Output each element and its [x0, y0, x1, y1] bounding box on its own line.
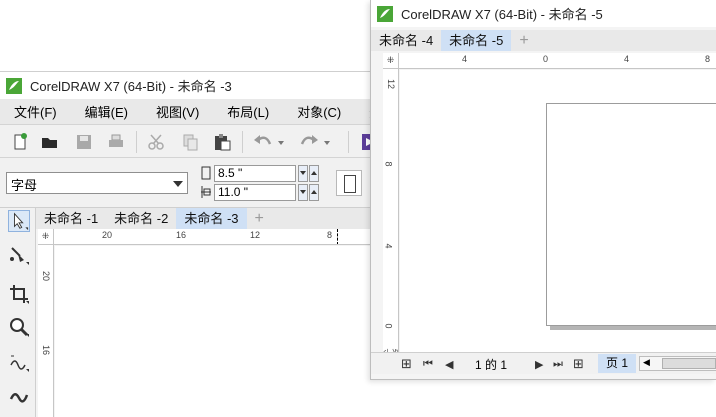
coreldraw-logo-icon — [377, 5, 393, 22]
drawing-canvas[interactable] — [400, 70, 716, 355]
ruler-label: 20 — [41, 270, 52, 282]
width-spin-down[interactable] — [298, 165, 308, 182]
coreldraw-window-front: CorelDRAW X7 (64-Bit) - 未命名 -5 未命名 -4 未命… — [370, 0, 716, 380]
menu-layout[interactable]: 布局(L) — [213, 102, 283, 121]
portrait-orientation-button[interactable] — [336, 170, 362, 196]
coreldraw-window-back: CorelDRAW X7 (64-Bit) - 未命名 -3 文件(F) 编辑(… — [0, 71, 380, 417]
paper-size-select[interactable]: 字母 — [6, 172, 188, 194]
coreldraw-logo-icon — [6, 77, 22, 94]
width-spin-up[interactable] — [309, 165, 319, 182]
standard-toolbar — [0, 125, 380, 158]
previous-page-icon[interactable]: ◀ — [445, 358, 453, 371]
ruler-label: 20 — [102, 230, 113, 240]
tab-untitled-5[interactable]: 未命名 -5 — [441, 30, 512, 51]
menu-object[interactable]: 对象(C) — [283, 102, 355, 121]
redo-icon[interactable] — [300, 132, 334, 152]
page-tab-1[interactable]: 页 1 — [598, 354, 636, 373]
horizontal-scrollbar[interactable]: ◀ — [639, 356, 716, 371]
tab-untitled-2[interactable]: 未命名 -2 — [106, 208, 176, 229]
new-tab-plus-icon[interactable]: + — [247, 208, 272, 229]
undo-icon[interactable] — [252, 132, 286, 152]
height-spin-up[interactable] — [309, 184, 319, 201]
open-icon[interactable] — [40, 132, 60, 152]
chevron-down-icon — [173, 181, 183, 187]
page-width-input[interactable]: 8.5 " — [214, 165, 296, 182]
page-height-input[interactable]: 11.0 " — [214, 184, 296, 201]
new-tab-plus-icon[interactable]: + — [511, 30, 536, 51]
ruler-origin-icon[interactable]: ⁜ — [383, 53, 399, 69]
menu-bar: 文件(F) 编辑(E) 视图(V) 布局(L) 对象(C) 效果( — [0, 99, 380, 125]
first-page-icon[interactable]: ⏮ — [423, 358, 433, 371]
tab-untitled-3[interactable]: 未命名 -3 — [176, 208, 247, 229]
window-title: CorelDRAW X7 (64-Bit) - 未命名 -5 — [401, 7, 603, 22]
page-count: 1 的 1 — [475, 358, 508, 372]
title-bar: CorelDRAW X7 (64-Bit) - 未命名 -5 — [371, 0, 716, 27]
paste-icon[interactable] — [212, 132, 232, 152]
freehand-tool-icon[interactable] — [8, 351, 30, 373]
width-icon — [201, 166, 211, 180]
menu-file[interactable]: 文件(F) — [0, 102, 71, 121]
zoom-tool-icon[interactable] — [8, 316, 30, 338]
drawing-canvas[interactable] — [55, 246, 380, 417]
add-page-before-icon[interactable]: ⊞ — [401, 356, 412, 372]
page-height-control: 11.0 " — [200, 184, 320, 201]
document-page[interactable] — [546, 103, 716, 326]
paper-size-value: 字母 — [11, 178, 38, 193]
page-navigator: ⊞ ⏮ ◀ 1 的 1 ▶ ⏭ ⊞ 页 1 ◀ — [371, 352, 716, 374]
property-bar: 字母 8.5 " 11.0 " — [0, 158, 380, 208]
ruler-label: 4 — [462, 54, 468, 64]
shape-tool-icon[interactable] — [8, 244, 30, 266]
add-page-after-icon[interactable]: ⊞ — [573, 356, 584, 372]
ruler-label: 12 — [250, 230, 261, 240]
tab-untitled-1[interactable]: 未命名 -1 — [36, 208, 106, 229]
artistic-media-icon[interactable] — [8, 386, 30, 408]
horizontal-ruler[interactable]: 4 0 4 8 — [399, 53, 716, 69]
document-tabs: 未命名 -1 未命名 -2 未命名 -3 + — [36, 208, 380, 229]
toolbar-separator — [348, 131, 349, 153]
document-tabs: 未命名 -4 未命名 -5 + — [371, 30, 716, 51]
ruler-label: 0 — [383, 323, 394, 329]
vertical-ruler[interactable]: 20 16 — [38, 245, 54, 417]
tab-untitled-4[interactable]: 未命名 -4 — [371, 30, 441, 51]
new-document-icon[interactable] — [10, 132, 30, 152]
cut-icon[interactable] — [146, 132, 166, 152]
ruler-label: 12 — [386, 78, 397, 90]
next-page-icon[interactable]: ▶ — [535, 358, 543, 371]
ruler-label: 8 — [327, 230, 333, 240]
ruler-origin-icon[interactable]: ⁜ — [38, 229, 54, 245]
horizontal-ruler[interactable]: 20 16 12 8 — [54, 229, 380, 245]
vertical-ruler[interactable]: 12 8 4 0 英寸 — [383, 69, 399, 355]
pick-tool-icon[interactable] — [8, 210, 30, 232]
menu-edit[interactable]: 编辑(E) — [71, 102, 142, 121]
ruler-label: 0 — [543, 54, 549, 64]
window-title: CorelDRAW X7 (64-Bit) - 未命名 -3 — [30, 79, 232, 94]
ruler-label: 8 — [705, 54, 711, 64]
ruler-cursor-marker — [337, 229, 338, 244]
toolbar-separator — [136, 131, 137, 153]
ruler-label: 16 — [176, 230, 187, 240]
height-icon — [201, 186, 211, 198]
height-spin-down[interactable] — [298, 184, 308, 201]
scrollbar-thumb[interactable] — [662, 358, 716, 369]
page-width-control: 8.5 " — [200, 165, 320, 182]
menu-view[interactable]: 视图(V) — [142, 102, 213, 121]
last-page-icon[interactable]: ⏭ — [553, 358, 563, 371]
toolbar-separator — [242, 131, 243, 153]
print-icon[interactable] — [106, 132, 126, 152]
ruler-label: 4 — [383, 243, 394, 249]
copy-icon[interactable] — [180, 132, 200, 152]
crop-tool-icon[interactable] — [8, 283, 30, 305]
title-bar: CorelDRAW X7 (64-Bit) - 未命名 -3 — [0, 72, 380, 99]
ruler-label: 16 — [41, 344, 52, 356]
ruler-label: 4 — [624, 54, 630, 64]
scroll-left-icon[interactable]: ◀ — [643, 357, 650, 368]
ruler-label: 8 — [383, 161, 394, 167]
save-icon[interactable] — [74, 132, 94, 152]
toolbox — [0, 208, 36, 417]
